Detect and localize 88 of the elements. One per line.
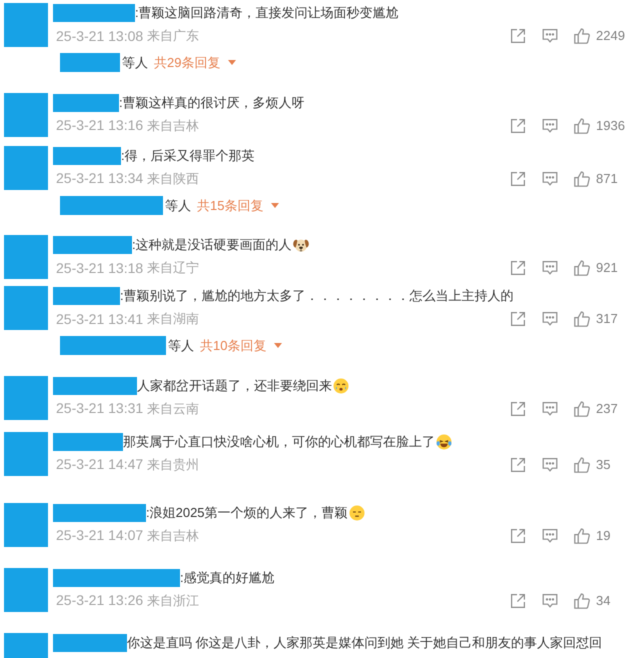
comment-time: 25-3-21 13:16 [56,116,144,135]
reply-users-text: 等人 [122,54,148,72]
comment-text: 那英属于心直口快没啥心机，可你的心机都写在脸上了 [123,432,435,450]
comment-text: :曹颖别说了，尴尬的地方太多了．．．．．．．．怎么当上主持人的 [120,287,514,305]
avatar-placeholder [4,432,48,476]
comment-location: 来自吉林 [147,526,200,545]
like-button[interactable]: 35 [566,454,630,474]
replies-toggle-link[interactable]: 共15条回复 [197,196,280,215]
comment-text: :曹颖这样真的很讨厌，多烦人呀 [119,94,305,112]
thumbs-up-icon [574,528,590,544]
comment-text: :得，后采又得罪个那英 [121,146,255,164]
comment-location: 来自湖南 [147,310,200,328]
thumbs-up-icon [574,592,590,608]
avatar-placeholder [4,235,48,279]
like-button[interactable]: 237 [566,398,630,418]
comment-text: 人家都岔开话题了，还非要绕回来 [137,376,332,394]
share-icon [510,528,526,544]
thumbs-up-icon [574,400,590,416]
like-button[interactable]: 34 [566,590,630,610]
crying-face-icon [333,378,349,394]
comment-time: 25-3-21 14:47 [56,455,144,474]
redaction-block [53,146,121,164]
like-button[interactable]: 19 [566,526,630,546]
share-icon [510,400,526,416]
reply-users-text: 等人 [165,196,191,214]
like-button[interactable]: 1936 [566,116,630,136]
thumbs-up-icon [574,170,590,186]
comment-icon [542,311,558,327]
redaction-block [60,53,120,72]
comment-icon [542,400,558,416]
replies-toggle-link[interactable]: 共10条回复 [200,336,282,356]
comment-location: 来自贵州 [147,456,200,474]
expressionless-face-icon [348,504,365,520]
thumbs-up-icon [574,260,590,276]
reply-users-text: 等人 [168,337,194,355]
comment-location: 来自浙江 [147,592,200,610]
comment-icon [542,260,558,276]
comment-location: 来自广东 [147,27,200,46]
avatar-placeholder [4,92,48,136]
redaction-block [53,94,119,112]
comment-location: 来自吉林 [147,116,200,135]
comment-time: 25-3-21 13:26 [56,591,144,610]
comment-icon [542,456,558,472]
comment-location: 来自辽宁 [147,259,200,278]
comment-icon [542,28,558,44]
redaction-block [53,432,123,450]
redaction-block [53,287,120,305]
like-button[interactable]: 2249 [566,26,630,46]
comment-icon [542,528,558,544]
comment-time: 25-3-21 13:18 [56,258,144,278]
comment-location: 来自云南 [147,400,200,418]
comment-text: :浪姐2025第一个烦的人来了，曹颖 [146,504,348,522]
comment-text: :曹颖这脑回路清奇，直接发问让场面秒变尴尬 [135,4,399,22]
like-button[interactable]: 317 [566,309,630,329]
thumbs-up-icon [574,311,590,327]
share-icon [510,260,526,276]
comment-time: 25-3-21 13:08 [56,26,144,46]
avatar-placeholder [4,3,48,47]
comment-time: 25-3-21 13:41 [56,310,144,328]
comment-time: 25-3-21 14:07 [56,526,144,545]
like-button[interactable]: 871 [566,168,630,188]
thumbs-up-icon [574,118,590,134]
comment-icon [542,170,558,186]
comment-text: 你这是直吗 你这是八卦，人家那英是媒体问到她 关于她自己和朋友的事人家回怼回 [127,634,602,652]
share-icon [510,311,526,327]
comment-time: 25-3-21 13:31 [56,399,144,418]
avatar-placeholder [4,286,48,330]
comment-icon [542,118,558,134]
share-icon [510,456,526,472]
laughing-tears-face-icon [436,434,452,450]
avatar-placeholder [4,376,48,420]
comment-time: 25-3-21 13:34 [56,169,144,188]
share-icon [510,170,526,186]
replies-toggle-link[interactable]: 共29条回复 [154,53,236,72]
comment-icon [542,592,558,608]
share-icon [510,118,526,134]
comment-text: :感觉真的好尴尬 [180,568,275,586]
avatar-placeholder [4,568,48,612]
like-button[interactable]: 921 [566,258,630,278]
thumbs-up-icon [574,456,590,472]
comment-location: 来自陕西 [147,170,200,188]
comment-text: :这种就是没话硬要画面的人 [132,236,292,254]
share-icon [510,28,526,44]
dog-face-icon [292,237,309,253]
thumbs-up-icon [574,28,590,44]
avatar-placeholder [4,146,48,190]
avatar-placeholder [4,502,48,546]
share-icon [510,592,526,608]
